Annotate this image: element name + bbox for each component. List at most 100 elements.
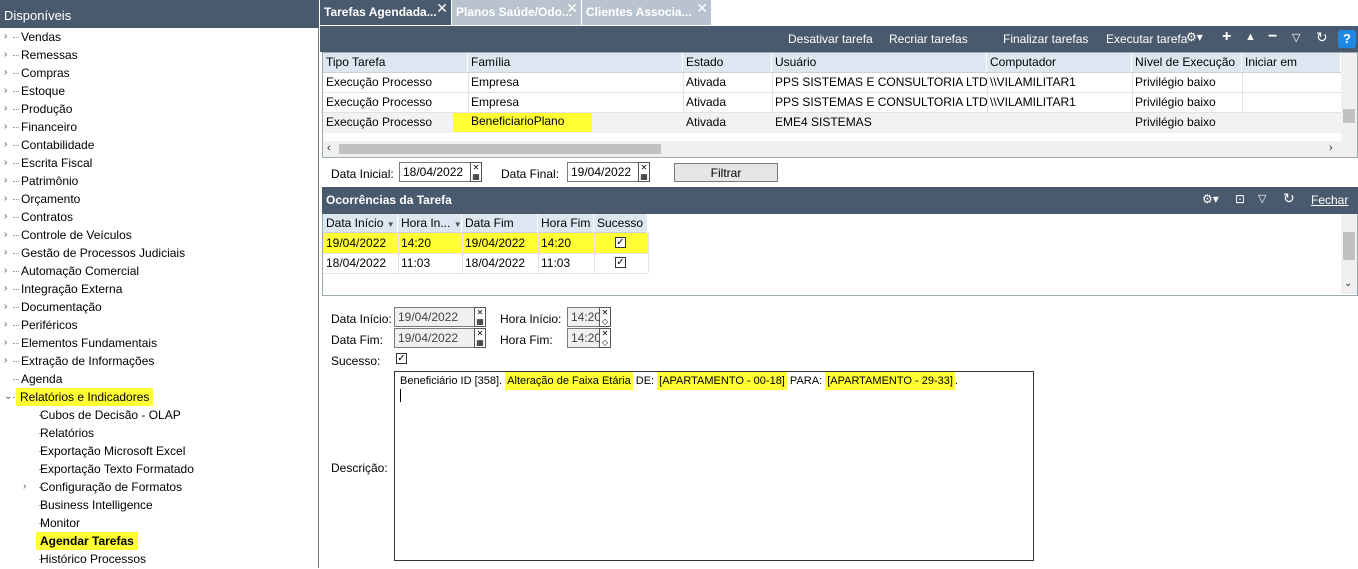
remove-icon[interactable]: − <box>1268 28 1277 46</box>
detail-start-date-input[interactable]: 19/04/2022 <box>394 307 476 327</box>
tree-item[interactable]: › Estoque <box>0 83 318 101</box>
column-header-hora-inicio[interactable]: Hora In... ▼ <box>398 214 462 233</box>
move-up-icon[interactable]: ▲ <box>1245 31 1256 43</box>
column-header-hora-fim[interactable]: Hora Fim <box>538 214 594 233</box>
tree-item[interactable]: › Patrimônio <box>0 173 318 191</box>
column-header-estado[interactable]: Estado <box>683 53 772 72</box>
tree-item-label: Controle de Veículos <box>21 228 132 242</box>
view-options-icon[interactable]: ⚙▾ <box>1202 192 1219 206</box>
tree-item[interactable]: Exportação Microsoft Excel <box>0 443 318 461</box>
view-options-icon[interactable]: ⚙▾ <box>1186 30 1203 44</box>
tab-tarefas-agendadas[interactable]: Tarefas Agendada... ✕ <box>320 0 451 25</box>
recreate-tasks-button[interactable]: Recriar tarefas <box>889 32 968 46</box>
calendar-icon[interactable]: ✕ ▦ <box>638 162 650 182</box>
column-header-computador[interactable]: Computador <box>987 53 1132 72</box>
column-header-data-fim[interactable]: Data Fim <box>462 214 538 233</box>
tree-item[interactable]: › Produção <box>0 101 318 119</box>
export-icon[interactable]: ⊡ <box>1235 192 1245 206</box>
tree-item[interactable]: Cubos de Decisão - OLAP <box>0 407 318 425</box>
tree-item[interactable]: › Compras <box>0 65 318 83</box>
success-checkbox[interactable]: ✓ <box>615 257 626 268</box>
tree-item[interactable]: › Escrita Fiscal <box>0 155 318 173</box>
close-icon[interactable]: ✕ <box>436 0 448 17</box>
start-date-input[interactable]: 18/04/2022 <box>399 162 471 182</box>
tree-item[interactable]: › Financeiro <box>0 119 318 137</box>
tree-item[interactable]: Histórico Processos <box>0 551 318 569</box>
filter-icon[interactable]: ▽ <box>1258 192 1266 205</box>
deactivate-task-button[interactable]: Desativar tarefa <box>788 32 873 46</box>
tree-item[interactable]: › Remessas <box>0 47 318 65</box>
tab-planos-saude[interactable]: Planos Saúde/Odo... ✕ <box>452 0 581 25</box>
time-spin-icon[interactable]: ✕ ◇ <box>599 307 611 327</box>
tree-item[interactable]: ⌄ Relatórios e Indicadores <box>0 388 318 407</box>
tree-item[interactable]: › Configuração de Formatos <box>0 479 318 497</box>
calendar-icon[interactable]: ✕ ▦ <box>474 328 486 348</box>
success-checkbox[interactable]: ✓ <box>396 353 407 364</box>
column-header-familia[interactable]: Família <box>468 53 683 72</box>
end-date-input[interactable]: 19/04/2022 <box>567 162 639 182</box>
time-spin-icon[interactable]: ✕ ◇ <box>599 328 611 348</box>
scroll-thumb[interactable] <box>1343 109 1355 123</box>
scroll-thumb[interactable] <box>1343 232 1355 260</box>
detail-end-time-input[interactable]: 14:20 <box>567 328 601 348</box>
scroll-left-icon[interactable]: ‹ <box>327 142 331 154</box>
column-header-sucesso[interactable]: Sucesso <box>594 214 648 233</box>
close-icon[interactable]: ✕ <box>696 0 708 17</box>
tree-item[interactable]: › Documentação <box>0 299 318 317</box>
tree-item[interactable]: › Extração de Informações <box>0 353 318 371</box>
add-icon[interactable]: + <box>1222 28 1231 46</box>
tree-item[interactable]: › Contratos <box>0 209 318 227</box>
tree-item[interactable]: › Gestão de Processos Judiciais <box>0 245 318 263</box>
tasks-vertical-scrollbar[interactable] <box>1341 53 1357 141</box>
tree-item[interactable]: › Automação Comercial <box>0 263 318 281</box>
scroll-down-icon[interactable]: ⌄ <box>1344 278 1352 289</box>
description-textarea[interactable]: Beneficiário ID [358]. Alteração de Faix… <box>394 371 1034 561</box>
tab-clientes-associados[interactable]: Clientes Associa... ✕ <box>582 0 711 25</box>
tree-item[interactable]: Relatórios <box>0 425 318 443</box>
tree-connector <box>13 181 19 182</box>
chevron-right-icon[interactable]: › <box>23 481 33 493</box>
occurrences-grid: Data Início ▼ Hora In... ▼ Data Fim Hora… <box>322 214 1358 296</box>
calendar-icon[interactable]: ✕ ▦ <box>470 162 482 182</box>
column-header-tipo-tarefa[interactable]: Tipo Tarefa <box>323 53 468 72</box>
tree-item[interactable]: Monitor <box>0 515 318 533</box>
tree-connector <box>13 109 19 110</box>
refresh-icon[interactable]: ↻ <box>1283 190 1295 207</box>
tree-item[interactable]: › Contabilidade <box>0 137 318 155</box>
detail-start-time-input[interactable]: 14:20 <box>567 307 601 327</box>
scroll-right-icon[interactable]: › <box>1329 142 1333 154</box>
filter-icon[interactable]: ▽ <box>1292 31 1300 44</box>
calendar-icon[interactable]: ✕ ▦ <box>474 307 486 327</box>
tree-item[interactable]: › Vendas <box>0 29 318 47</box>
success-checkbox[interactable]: ✓ <box>615 237 626 248</box>
tasks-horizontal-scrollbar[interactable]: ‹ › <box>323 141 1357 157</box>
column-header-usuario[interactable]: Usuário <box>772 53 987 72</box>
close-button[interactable]: Fechar <box>1311 193 1348 207</box>
tree-connector <box>13 37 19 38</box>
tree-item[interactable]: › Elementos Fundamentais <box>0 335 318 353</box>
tree-item[interactable]: › Controle de Veículos <box>0 227 318 245</box>
detail-end-date-input[interactable]: 19/04/2022 <box>394 328 476 348</box>
tree-item[interactable]: Agendar Tarefas <box>0 532 318 551</box>
scroll-thumb[interactable] <box>339 144 661 154</box>
column-header-data-inicio[interactable]: Data Início ▼ <box>323 214 398 233</box>
column-divider <box>538 233 539 273</box>
refresh-icon[interactable]: ↻ <box>1316 29 1328 46</box>
finalize-tasks-button[interactable]: Finalizar tarefas <box>1003 32 1088 46</box>
column-header-iniciar-em[interactable]: Iniciar em <box>1242 53 1341 72</box>
close-icon[interactable]: ✕ <box>566 0 578 17</box>
tree-item[interactable]: › Orçamento <box>0 191 318 209</box>
column-header-nivel-execucao[interactable]: Nível de Execução <box>1132 53 1242 72</box>
execute-task-button[interactable]: Executar tarefa <box>1106 32 1187 46</box>
tree-item[interactable]: Business Intelligence <box>0 497 318 515</box>
tree-item[interactable]: Exportação Texto Formatado <box>0 461 318 479</box>
tree-item[interactable]: › Integração Externa <box>0 281 318 299</box>
filter-button[interactable]: Filtrar <box>674 163 778 182</box>
start-date-label: Data Inicial: <box>331 167 394 181</box>
tree-item-label: Exportação Microsoft Excel <box>40 444 186 458</box>
tree-item[interactable]: › Periféricos <box>0 317 318 335</box>
tree-item[interactable]: Agenda <box>0 371 318 389</box>
occurrences-vertical-scrollbar[interactable]: ⌄ <box>1341 214 1357 294</box>
column-divider <box>683 73 684 113</box>
help-icon[interactable]: ? <box>1338 30 1356 48</box>
